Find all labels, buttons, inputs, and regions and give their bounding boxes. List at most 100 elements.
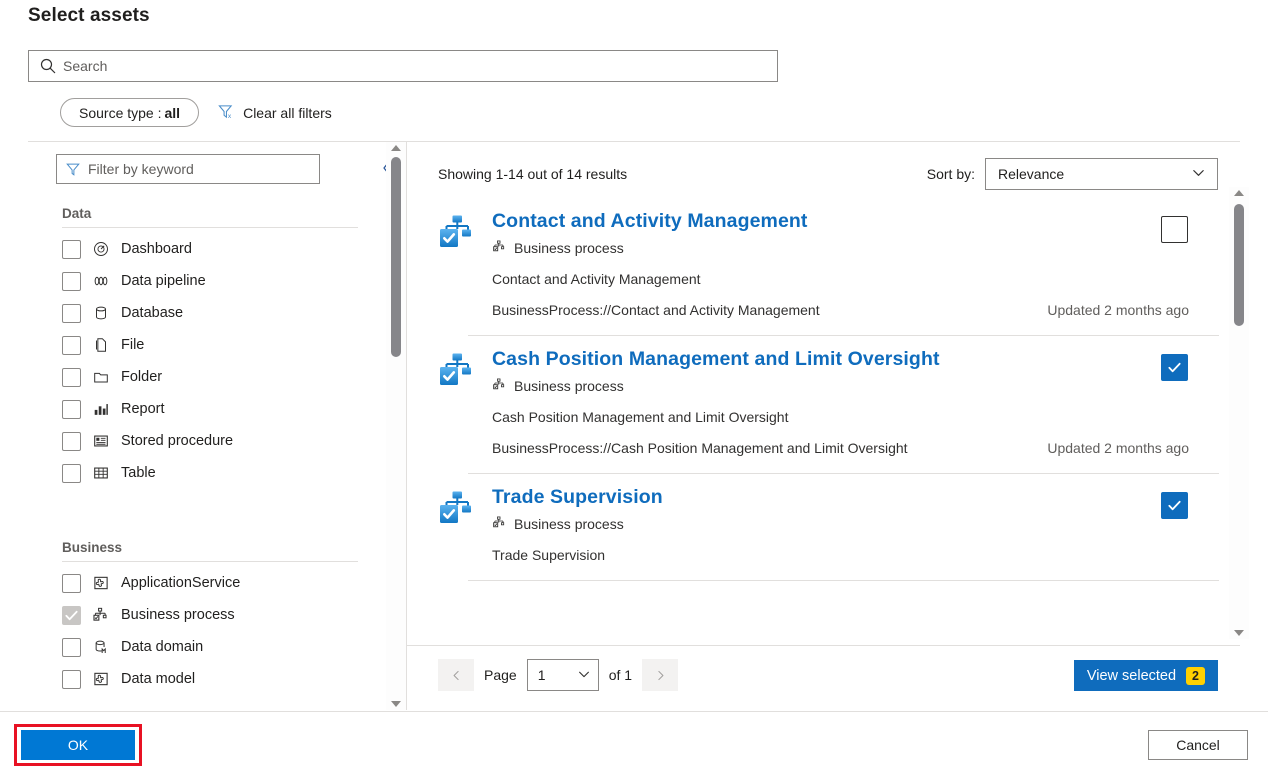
- chevron-left-icon[interactable]: [438, 659, 474, 691]
- result-title-link[interactable]: Contact and Activity Management: [492, 208, 808, 234]
- filter-row-database[interactable]: Database: [62, 297, 358, 329]
- scrollbar-thumb[interactable]: [391, 157, 401, 357]
- filter-row-data-domain[interactable]: Data domain: [62, 631, 358, 663]
- filter-row-table[interactable]: Table: [62, 457, 358, 489]
- filter-checkbox[interactable]: [62, 368, 81, 387]
- svg-text:x: x: [228, 113, 232, 120]
- report-icon: [91, 399, 111, 419]
- filter-checkbox[interactable]: [62, 400, 81, 419]
- view-selected-count-badge: 2: [1186, 667, 1205, 685]
- filter-checkbox[interactable]: [62, 304, 81, 323]
- result-meta-row: BusinessProcess://Contact and Activity M…: [492, 302, 1219, 318]
- result-type-label: Business process: [514, 516, 624, 532]
- filter-label: Business process: [121, 607, 235, 623]
- result-select-checkbox[interactable]: [1161, 216, 1188, 243]
- filter-checkbox[interactable]: [62, 336, 81, 355]
- page-title: Select assets: [28, 5, 150, 27]
- business-process-icon: [492, 515, 507, 533]
- sort-by-value: Relevance: [998, 166, 1064, 182]
- result-select-checkbox[interactable]: [1161, 492, 1188, 519]
- scroll-up-arrow-icon[interactable]: [1234, 190, 1244, 196]
- filter-label: Data pipeline: [121, 273, 206, 289]
- result-item[interactable]: Trade Supervision Business process Trade…: [438, 474, 1219, 581]
- result-item[interactable]: Contact and Activity Management Business…: [438, 198, 1219, 336]
- filter-row-report[interactable]: Report: [62, 393, 358, 425]
- filter-checkbox[interactable]: [62, 574, 81, 593]
- table-icon: [91, 463, 111, 483]
- result-type: Business process: [492, 239, 1219, 257]
- filter-row-file[interactable]: File: [62, 329, 358, 361]
- filters-bar: Source type : all x Clear all filters: [60, 98, 332, 127]
- source-type-filter-pill[interactable]: Source type : all: [60, 98, 199, 127]
- filter-label: Report: [121, 401, 165, 417]
- scroll-down-arrow-icon[interactable]: [1234, 630, 1244, 636]
- group-rule: [62, 561, 358, 562]
- filter-checkbox[interactable]: [62, 432, 81, 451]
- filter-checkbox[interactable]: [62, 670, 81, 689]
- filter-row-data-model[interactable]: Data model: [62, 663, 358, 695]
- business-process-icon: [492, 377, 507, 395]
- database-icon: [91, 303, 111, 323]
- business-process-asset-icon: [438, 352, 474, 388]
- filter-panel-scrollbar[interactable]: [386, 142, 406, 710]
- filter-group-business: Business ApplicationServiceBusiness proc…: [62, 540, 358, 695]
- business-process-asset-icon: [438, 490, 474, 526]
- search-input[interactable]: [63, 58, 769, 74]
- ok-button[interactable]: OK: [21, 730, 135, 760]
- view-selected-button[interactable]: View selected 2: [1074, 660, 1218, 691]
- chevron-right-icon[interactable]: [642, 659, 678, 691]
- footer-divider: [0, 711, 1268, 712]
- funnel-icon: [65, 161, 81, 177]
- results-header: Showing 1-14 out of 14 results Sort by: …: [438, 158, 1218, 190]
- clear-all-filters-button[interactable]: x Clear all filters: [217, 103, 332, 123]
- result-separator: [468, 580, 1219, 581]
- business-process-asset-icon: [438, 214, 474, 250]
- filter-checkbox[interactable]: [62, 240, 81, 259]
- filter-row-folder[interactable]: Folder: [62, 361, 358, 393]
- filter-row-business-process[interactable]: Business process: [62, 599, 358, 631]
- page-label: Page: [484, 667, 517, 683]
- filter-checkbox[interactable]: [62, 272, 81, 291]
- view-selected-label: View selected: [1087, 668, 1176, 684]
- result-title-link[interactable]: Cash Position Management and Limit Overs…: [492, 346, 940, 372]
- sort-by-select[interactable]: Relevance: [985, 158, 1218, 190]
- result-description: Cash Position Management and Limit Overs…: [492, 409, 1219, 425]
- filter-checkbox[interactable]: [62, 638, 81, 657]
- result-qualified-name: BusinessProcess://Cash Position Manageme…: [492, 440, 908, 456]
- filter-label: File: [121, 337, 144, 353]
- results-panel: Showing 1-14 out of 14 results Sort by: …: [407, 142, 1240, 710]
- scroll-down-arrow-icon[interactable]: [391, 701, 401, 707]
- result-title-link[interactable]: Trade Supervision: [492, 484, 663, 510]
- result-type-label: Business process: [514, 378, 624, 394]
- result-select-checkbox[interactable]: [1161, 354, 1188, 381]
- chevron-down-icon: [1191, 165, 1206, 183]
- filter-checkbox[interactable]: [62, 464, 81, 483]
- filter-group-data: Data Dashboard Data pipeline Database File F…: [62, 206, 358, 489]
- search-box[interactable]: [28, 50, 778, 82]
- filter-label: Folder: [121, 369, 162, 385]
- page-number-select[interactable]: 1: [527, 659, 599, 691]
- result-item[interactable]: Cash Position Management and Limit Overs…: [438, 336, 1219, 474]
- keyword-filter-input[interactable]: [88, 161, 311, 177]
- source-type-prefix: Source type :: [79, 105, 162, 121]
- clear-all-filters-label: Clear all filters: [243, 105, 332, 121]
- filter-row-applicationservice[interactable]: ApplicationService: [62, 567, 358, 599]
- filter-row-dashboard[interactable]: Dashboard: [62, 233, 358, 265]
- filter-group-title: Data: [62, 206, 358, 227]
- stored-procedure-icon: [91, 431, 111, 451]
- results-scrollbar[interactable]: [1229, 187, 1249, 639]
- cancel-button[interactable]: Cancel: [1148, 730, 1248, 760]
- source-type-value: all: [165, 105, 181, 121]
- scrollbar-thumb[interactable]: [1234, 204, 1244, 326]
- search-icon: [39, 57, 57, 75]
- filter-row-stored-procedure[interactable]: Stored procedure: [62, 425, 358, 457]
- filter-label: ApplicationService: [121, 575, 240, 591]
- filter-row-data-pipeline[interactable]: Data pipeline: [62, 265, 358, 297]
- keyword-filter-box[interactable]: [56, 154, 320, 184]
- scroll-up-arrow-icon[interactable]: [391, 145, 401, 151]
- business-process-icon: [492, 239, 507, 257]
- filter-checkbox[interactable]: [62, 606, 81, 625]
- data-model-icon: [91, 669, 111, 689]
- result-type-label: Business process: [514, 240, 624, 256]
- file-icon: [91, 335, 111, 355]
